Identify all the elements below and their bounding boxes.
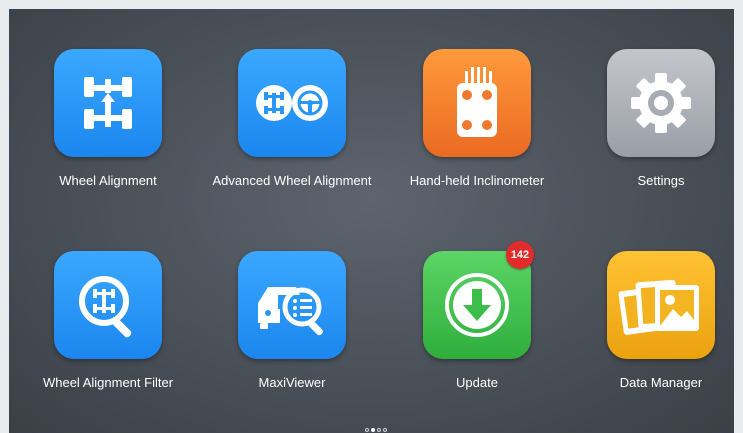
- page-indicator[interactable]: [365, 428, 387, 433]
- page-dot[interactable]: [365, 428, 369, 432]
- app-label: Wheel Alignment: [59, 173, 157, 188]
- app-wheel-alignment[interactable]: Wheel Alignment: [33, 49, 183, 209]
- photo-gallery-icon: [607, 251, 715, 359]
- app-label: Hand-held Inclinometer: [409, 173, 545, 188]
- app-label: Settings: [637, 173, 685, 188]
- home-screen: Wheel Alignment Advanced Wheel Alignment: [9, 9, 734, 433]
- app-settings[interactable]: Settings: [586, 49, 734, 209]
- page-dot[interactable]: [377, 428, 381, 432]
- advanced-wheel-alignment-icon: [238, 49, 346, 157]
- alignment-filter-icon: [54, 251, 162, 359]
- app-advanced-wheel-alignment[interactable]: Advanced Wheel Alignment: [213, 49, 371, 209]
- app-maxiviewer[interactable]: MaxiViewer: [217, 251, 367, 411]
- app-wheel-alignment-filter[interactable]: Wheel Alignment Filter: [33, 251, 183, 411]
- inclinometer-icon: [423, 49, 531, 157]
- update-count-badge: 142: [506, 241, 534, 269]
- app-hand-held-inclinometer[interactable]: Hand-held Inclinometer: [402, 49, 552, 209]
- app-label: Update: [456, 375, 498, 390]
- maxiviewer-icon: [238, 251, 346, 359]
- page-dot[interactable]: [383, 428, 387, 432]
- app-label: Wheel Alignment Filter: [42, 375, 174, 390]
- wheel-alignment-icon: [54, 49, 162, 157]
- app-label: MaxiViewer: [258, 375, 326, 390]
- app-label: Data Manager: [619, 375, 703, 390]
- page-dot-active[interactable]: [371, 428, 375, 432]
- app-label: Advanced Wheel Alignment: [212, 173, 372, 188]
- gear-icon: [607, 49, 715, 157]
- app-data-manager[interactable]: Data Manager: [586, 251, 734, 411]
- app-update[interactable]: 142 Update: [402, 241, 552, 411]
